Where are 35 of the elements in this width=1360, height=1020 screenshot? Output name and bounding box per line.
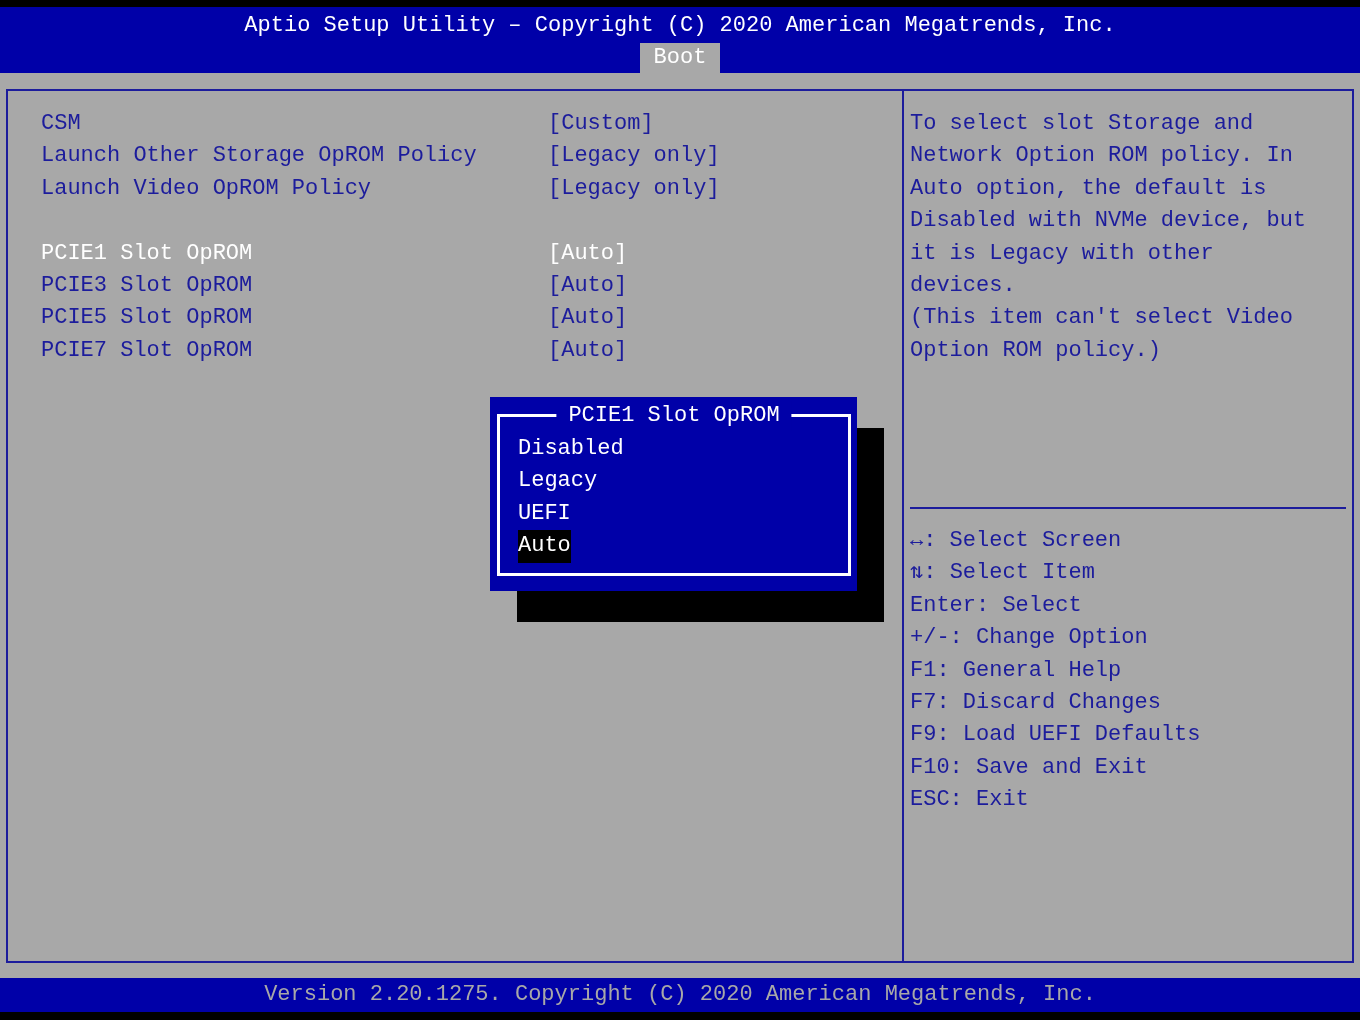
setting-value[interactable]: [Legacy only] xyxy=(548,172,720,206)
help-text: Network Option ROM policy. In xyxy=(910,142,1294,171)
setting-value[interactable]: [Auto] xyxy=(548,269,628,303)
help-text: (This item can't select Video xyxy=(910,304,1294,333)
help-text: To select slot Storage and xyxy=(910,110,1255,138)
setting-value[interactable]: [Legacy only] xyxy=(548,140,720,173)
help-text: Option ROM policy.) xyxy=(910,336,1162,365)
help-text: Disabled with NVMe device, but xyxy=(910,207,1308,236)
key-hint: F1: General Help xyxy=(910,656,1123,685)
setting-value[interactable]: [Auto] xyxy=(548,302,628,335)
window-title: Aptio Setup Utility – Copyright (C) 2020 American Megatrends, Inc. xyxy=(244,13,1116,39)
help-text: devices. xyxy=(910,271,1017,300)
help-text: Auto option, the default is xyxy=(910,174,1268,203)
setting-label[interactable]: Launch Other Storage OpROM Policy xyxy=(41,140,548,173)
setting-label[interactable]: Launch Video OpROM Policy xyxy=(41,172,548,206)
popup-option[interactable]: Legacy xyxy=(518,465,598,498)
setting-label[interactable]: PCIE5 Slot OpROM xyxy=(41,302,548,335)
key-hint: F10: Save and Exit xyxy=(910,753,1149,782)
popup-option[interactable]: Auto xyxy=(518,530,571,563)
key-hint: F7: Discard Changes xyxy=(910,688,1162,717)
popup-option[interactable]: UEFI xyxy=(518,497,571,531)
setting-label[interactable]: CSM xyxy=(41,108,548,141)
setting-value[interactable]: [Auto] xyxy=(548,334,628,368)
help-text: it is Legacy with other xyxy=(910,239,1215,268)
key-hint: ↔: Select Screen xyxy=(910,527,1123,555)
key-hint: Enter: Select xyxy=(910,591,1083,620)
footer-bar: Version 2.20.1275. Copyright (C) 2020 American Megatrends, Inc. xyxy=(0,978,1360,1012)
key-hint: F9: Load UEFI Defaults xyxy=(910,721,1202,750)
key-hint: ⇅: Select Item xyxy=(910,559,1096,588)
key-hint: +/-: Change Option xyxy=(910,624,1149,653)
setting-label[interactable]: PCIE7 Slot OpROM xyxy=(41,334,548,368)
setting-label[interactable]: PCIE3 Slot OpROM xyxy=(41,269,548,303)
popup-option[interactable]: Disabled xyxy=(518,433,624,466)
setting-value[interactable]: [Custom] xyxy=(548,108,654,141)
key-hint: ESC: Exit xyxy=(910,786,1030,815)
